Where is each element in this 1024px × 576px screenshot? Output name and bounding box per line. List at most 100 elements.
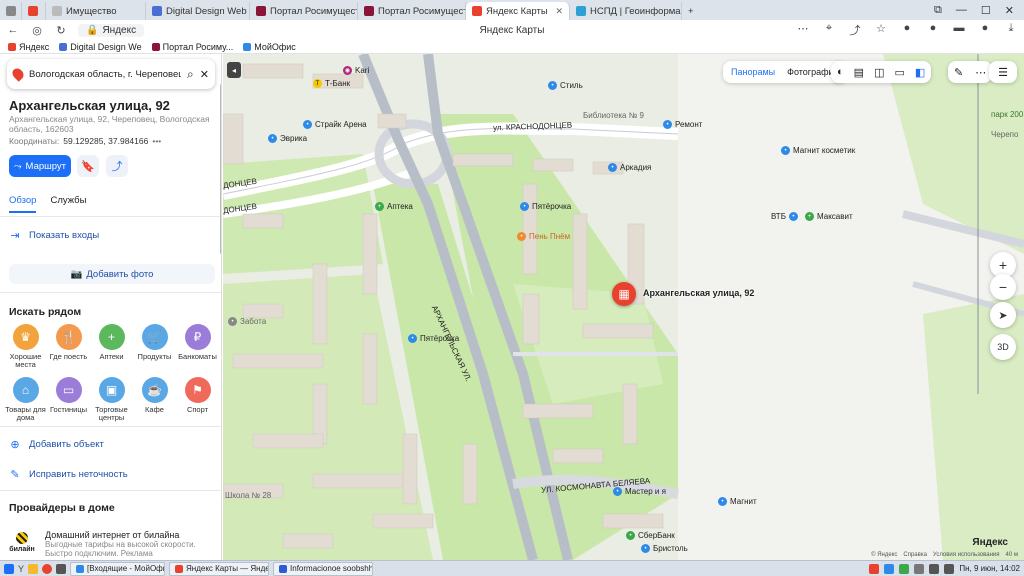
transit-icon[interactable]: ▭ (894, 66, 904, 79)
nearby-item-cafe[interactable]: ☕ Кафе (133, 377, 176, 422)
fix-error-link[interactable]: ✎ Исправить неточность (9, 468, 127, 481)
nearby-item-sport[interactable]: ⚑ Спорт (176, 377, 219, 422)
url-field[interactable]: 🔒 Яндекс (78, 23, 145, 37)
poi[interactable]: • Пятёрочка (520, 202, 571, 211)
nearby-item-good-places[interactable]: ♛ Хорошие места (4, 324, 47, 369)
poi[interactable]: • Пень Пнём (517, 232, 570, 241)
yandex-shield-icon[interactable]: ◎ (30, 24, 44, 37)
locate-button[interactable]: ➤ (990, 302, 1016, 328)
share-icon[interactable]: ⤴ (848, 22, 862, 38)
selected-place-marker[interactable]: ▦ (612, 282, 636, 306)
search-input[interactable]: Вологодская область, г. Череповец, у (29, 69, 181, 80)
files-icon[interactable] (28, 563, 39, 574)
more-icon[interactable]: ⋯ (975, 66, 986, 79)
browser-tab[interactable]: Портал Росимущества (358, 2, 466, 20)
poi[interactable]: • Магнит косметик (781, 146, 855, 155)
dots-icon[interactable]: ⋯ (796, 22, 810, 38)
collapse-panel-button[interactable]: ◂ (227, 62, 241, 78)
terminal-icon[interactable] (56, 563, 67, 574)
network-tray-icon[interactable] (929, 563, 940, 574)
provider-card[interactable]: билайн Домашний интернет от билайна Выго… (9, 530, 205, 558)
poi[interactable]: ◉ Kari (343, 66, 369, 75)
location-icon[interactable]: ⌖ (822, 22, 836, 38)
add-object-link[interactable]: ⊕ Добавить объект (9, 438, 103, 451)
k-tray-icon[interactable] (884, 563, 895, 574)
taskbar-window[interactable]: Яндекс Карты — Яндекс ... (169, 561, 270, 576)
poi[interactable]: T Т-Банк (313, 79, 350, 88)
tab-overview[interactable]: Обзор (9, 195, 37, 213)
volume-tray-icon[interactable] (944, 563, 955, 574)
new-tab-button[interactable]: + (682, 2, 702, 20)
layers-icon[interactable]: ◐ (837, 66, 844, 78)
browser-tab[interactable] (0, 2, 22, 20)
browser-tab[interactable] (22, 2, 46, 20)
nearby-item-groceries[interactable]: 🛒 Продукты (133, 324, 176, 369)
start-icon[interactable] (4, 563, 14, 574)
nearby-item-food[interactable]: 🍴 Где поесть (47, 324, 90, 369)
poi[interactable]: ВТБ • (771, 212, 798, 221)
poi[interactable]: • Забота (228, 317, 266, 326)
extensions-icon[interactable]: ⧉ (934, 4, 942, 17)
poi[interactable]: Библиотека № 9 (583, 111, 644, 120)
save-bookmark-button[interactable]: 🔖 (77, 155, 99, 177)
poi[interactable]: • Бристоль (641, 544, 688, 553)
add-photo-button[interactable]: 📷 Добавить фото (9, 264, 215, 284)
download-icon[interactable]: ▬ (952, 22, 966, 38)
3d-button[interactable]: 3D (990, 334, 1016, 360)
bookmark-icon[interactable]: ☆ (874, 22, 888, 38)
extension-icon[interactable]: ● (978, 22, 992, 38)
panel-scrollbar[interactable] (220, 84, 221, 254)
bookmark-item[interactable]: Портал Росиму... (151, 42, 233, 52)
poi[interactable]: • Эврика (268, 134, 307, 143)
extension-icon[interactable]: ● (900, 22, 914, 38)
poi[interactable]: • Магнит (718, 497, 757, 506)
camera-icon[interactable]: ◫ (874, 66, 884, 79)
close-tab-icon[interactable]: ✕ (555, 6, 563, 17)
browser-tab[interactable]: НСПД | Геоинформацио (570, 2, 682, 20)
nearby-item-hotels[interactable]: ▭ Гостиницы (47, 377, 90, 422)
nearby-item-home-goods[interactable]: ⌂ Товары для дома (4, 377, 47, 422)
coords-value[interactable]: 59.129285, 37.984166 (63, 136, 148, 146)
poi[interactable]: • Страйк Арена (303, 120, 367, 129)
browser-tab[interactable]: Портал Росимущества (250, 2, 358, 20)
app-tray-icon[interactable] (899, 563, 910, 574)
terms-link[interactable]: Условия использования (933, 552, 1000, 558)
launcher-icon[interactable]: Y (18, 564, 24, 574)
poi[interactable]: • Пятёрочка (408, 334, 459, 343)
browser-tab[interactable]: Имущество (46, 2, 146, 20)
traffic-icon[interactable]: ▤ (854, 66, 864, 79)
poi[interactable]: • Ремонт (663, 120, 702, 129)
keyboard-tray-icon[interactable] (914, 563, 925, 574)
poi[interactable]: • Стиль (548, 81, 583, 90)
yandex-tray-icon[interactable] (869, 563, 880, 574)
poi[interactable]: + Аптека (375, 202, 413, 211)
poi[interactable]: • СберБанк (626, 531, 675, 540)
nearby-item-pharmacy[interactable]: + Аптеки (90, 324, 133, 369)
help-link[interactable]: Справка (903, 552, 927, 558)
menu-button[interactable]: ☰ (989, 61, 1017, 83)
reload-icon[interactable]: ↻ (54, 24, 68, 37)
clock[interactable]: Пн, 9 июн, 14:02 (959, 564, 1020, 573)
poi[interactable]: парк 200 (991, 110, 1023, 119)
nearby-item-malls[interactable]: ▣ Торговые центры (90, 377, 133, 422)
download-arrow-icon[interactable]: ⤓ (1004, 22, 1018, 38)
tab-services[interactable]: Службы (50, 195, 86, 213)
poi[interactable]: • Аркадия (608, 163, 651, 172)
close-window-icon[interactable]: ✕ (1005, 4, 1014, 17)
browser-tab-active[interactable]: Яндекс Карты ✕ (466, 2, 570, 20)
taskbar-window[interactable]: [Входящие - МойОфис П... (70, 561, 166, 576)
minimize-icon[interactable]: — (956, 4, 967, 17)
show-entrances-link[interactable]: ⇥ Показать входы (9, 229, 99, 242)
extension-icon[interactable]: ● (926, 22, 940, 38)
nearby-item-atm[interactable]: ₽ Банкоматы (176, 324, 219, 369)
route-button[interactable]: ⤳ Маршрут (9, 155, 71, 177)
coords-more-button[interactable]: ••• (152, 136, 161, 146)
bookmark-item[interactable]: Яндекс (8, 42, 49, 52)
browser-tab[interactable]: Digital Design Web Client (146, 2, 250, 20)
poi[interactable]: • Мастер и я (613, 487, 666, 496)
poi[interactable]: Черепо (991, 130, 1018, 139)
back-icon[interactable]: ← (6, 24, 20, 36)
browser-icon[interactable] (42, 563, 53, 574)
search-icon[interactable]: ⌕ (187, 67, 194, 82)
zoom-out-button[interactable]: − (990, 274, 1016, 300)
